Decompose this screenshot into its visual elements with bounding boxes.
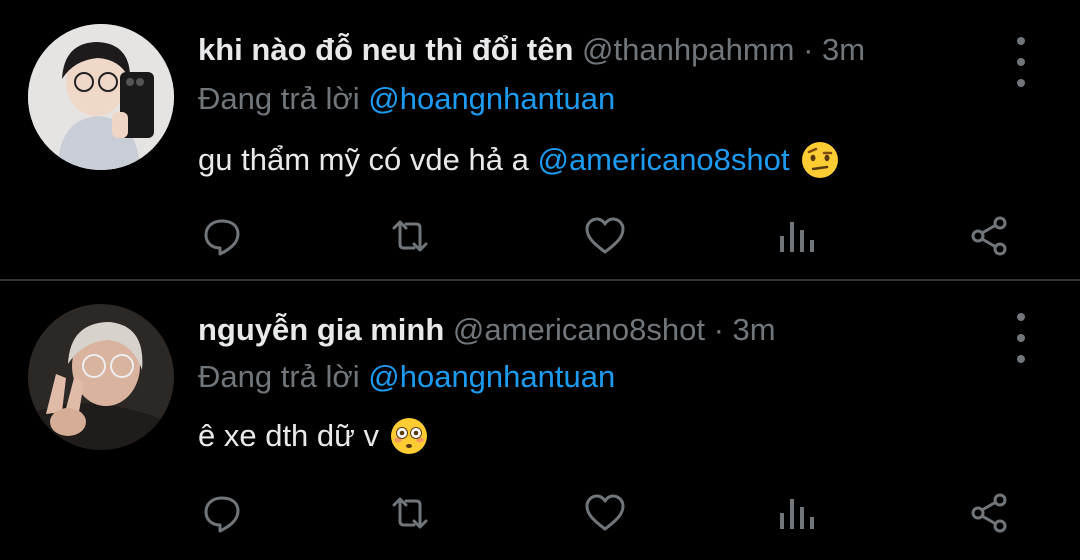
reply-mention-link[interactable]: @hoangnhantuan [368, 81, 615, 116]
action-bar [0, 489, 1080, 539]
analytics-icon[interactable] [772, 212, 820, 260]
tweet-body: gu thẩm mỹ có vde hả a [198, 142, 529, 177]
username[interactable]: @americano8shot [453, 312, 705, 347]
display-name[interactable]: khi nào đỗ neu thì đổi tên [198, 32, 573, 67]
more-options-icon[interactable] [1008, 313, 1034, 363]
replying-to: Đang trả lời @hoangnhantuan [198, 81, 615, 117]
avatar[interactable] [28, 24, 174, 170]
tweet-body: ê xe dth dữ v [198, 418, 380, 453]
display-name[interactable]: nguyễn gia minh [198, 312, 444, 347]
replying-to-label: Đang trả lời [198, 81, 360, 116]
share-icon[interactable] [966, 489, 1014, 537]
action-bar [0, 212, 1080, 262]
text-mention-link[interactable]: @americano8shot [537, 142, 789, 178]
flushed-face-emoji-icon [389, 416, 429, 456]
tweet-text: ê xe dth dữ v [198, 416, 429, 456]
tweet-header: nguyễn gia minh @americano8shot · 3m [198, 312, 776, 348]
retweet-icon[interactable] [386, 212, 434, 260]
share-icon[interactable] [966, 212, 1014, 260]
analytics-icon[interactable] [772, 489, 820, 537]
reply-icon[interactable] [198, 489, 246, 537]
timestamp[interactable]: 3m [733, 312, 776, 347]
replying-to: Đang trả lời @hoangnhantuan [198, 359, 615, 395]
separator-dot: · [713, 312, 724, 347]
username[interactable]: @thanhpahmm [582, 32, 794, 67]
tweet-header: khi nào đỗ neu thì đổi tên @thanhpahmm ·… [198, 32, 865, 68]
tweet[interactable]: nguyễn gia minh @americano8shot · 3m Đan… [0, 281, 1080, 560]
reply-mention-link[interactable]: @hoangnhantuan [368, 359, 615, 394]
tweet-text: gu thẩm mỹ có vde hả a @americano8shot [198, 140, 840, 180]
timestamp[interactable]: 3m [822, 32, 865, 67]
raised-eyebrow-emoji-icon [800, 140, 840, 180]
more-options-icon[interactable] [1008, 37, 1034, 87]
retweet-icon[interactable] [386, 489, 434, 537]
like-icon[interactable] [581, 212, 629, 260]
replying-to-label: Đang trả lời [198, 359, 360, 394]
reply-icon[interactable] [198, 212, 246, 260]
tweet[interactable]: khi nào đỗ neu thì đổi tên @thanhpahmm ·… [0, 0, 1080, 278]
avatar[interactable] [28, 304, 174, 450]
separator-dot: · [803, 32, 814, 67]
like-icon[interactable] [581, 489, 629, 537]
